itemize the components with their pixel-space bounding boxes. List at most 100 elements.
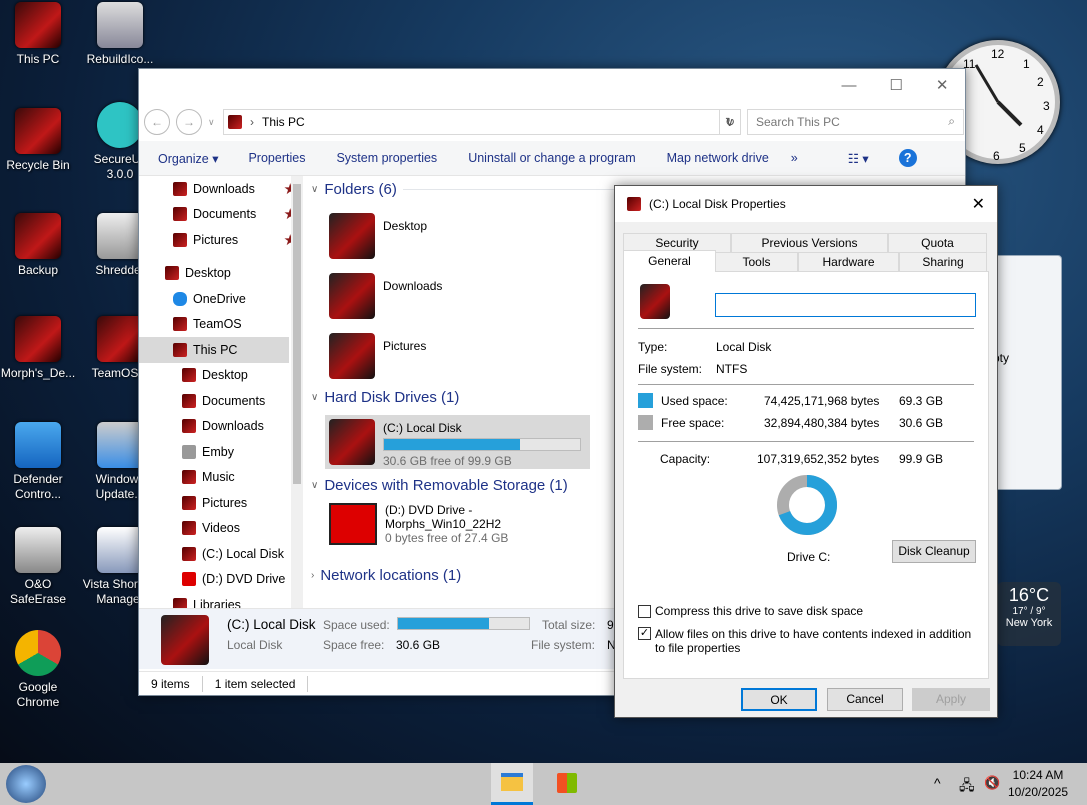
group-hard-disk-drives[interactable]: ∨ Hard Disk Drives (1) [311,389,611,406]
hard-drive-icon [329,419,375,465]
dialog-close-button[interactable]: ✕ [972,194,985,214]
tab-tools[interactable]: Tools [715,252,798,272]
navigation-pane: Downloads★ Documents★ Pictures★ Desktop … [139,176,301,608]
shortcut-icon [97,316,143,362]
address-bar[interactable]: › This PC ∨ [223,109,741,135]
system-properties-command[interactable]: System properties [336,151,437,165]
update-blocked-icon [97,422,143,468]
desktop-icon-chrome[interactable]: Google Chrome [0,630,78,710]
drive-label-input[interactable] [715,293,976,317]
hard-drive-icon [161,615,209,665]
help-icon[interactable]: ? [898,149,917,167]
nav-scrollbar[interactable] [291,176,303,608]
usage-donut-chart [777,475,837,535]
nav-item-music[interactable]: Music [139,465,301,491]
desktop-icon-this-pc[interactable]: This PC [0,2,78,67]
change-view-icon[interactable]: ☷ ▾ [848,151,869,166]
folder-icon [15,316,61,362]
folder-icon [329,213,375,259]
cancel-button[interactable]: Cancel [827,688,903,711]
desktop-icon-backup[interactable]: Backup [0,213,78,278]
compress-checkbox[interactable]: Compress this drive to save disk space [638,604,863,619]
nav-item-pictures-pc[interactable]: Pictures [139,490,301,516]
map-network-drive-command[interactable]: Map network drive [667,151,769,165]
nav-item-this-pc[interactable]: This PC [139,337,289,363]
nav-item-documents[interactable]: Documents★ [139,202,301,228]
folder-downloads[interactable]: Downloads [329,273,442,319]
organize-menu[interactable]: Organize ▾ [158,151,218,166]
nav-item-downloads[interactable]: Downloads★ [139,176,301,202]
drive-icon [640,284,670,319]
drive-icon [627,197,641,211]
desktop-icon-recycle-bin[interactable]: Recycle Bin [0,108,78,173]
more-commands-button[interactable]: » [791,151,798,165]
nav-item-videos[interactable]: Videos [139,516,301,542]
close-button[interactable]: ✕ [936,76,949,94]
tab-hardware[interactable]: Hardware [798,252,899,272]
properties-command[interactable]: Properties [248,151,305,165]
nav-item-libraries[interactable]: Libraries [139,592,301,608]
tab-quota[interactable]: Quota [888,233,987,253]
ok-button[interactable]: OK [741,688,817,711]
refresh-button[interactable]: ↻ [719,109,741,135]
nav-item-desktop-pc[interactable]: Desktop [139,363,301,389]
nav-item-teamos[interactable]: TeamOS [139,312,301,338]
minimize-button[interactable]: — [841,77,856,94]
nav-item-pictures[interactable]: Pictures★ [139,227,301,253]
back-button[interactable]: ← [144,109,170,135]
nav-item-local-disk[interactable]: (C:) Local Disk [139,541,301,567]
folder-icon [329,333,375,379]
space-used-bar [397,617,530,630]
uninstall-program-command[interactable]: Uninstall or change a program [468,151,635,165]
disk-cleanup-button[interactable]: Disk Cleanup [892,540,976,563]
recent-locations-icon[interactable]: ∨ [208,109,215,135]
maximize-button[interactable]: ☐ [889,76,902,94]
start-button[interactable] [6,765,46,803]
folder-icon [329,273,375,319]
folder-pictures[interactable]: Pictures [329,333,426,379]
index-checkbox[interactable]: ✓ Allow files on this drive to have conte… [638,627,978,655]
general-panel: Type: Local Disk File system: NTFS Used sp… [623,271,989,679]
clock-button[interactable]: 10:24 AM 10/20/2025 [1008,767,1068,801]
free-space-swatch [638,415,653,430]
nav-item-desktop[interactable]: Desktop [139,261,301,287]
desktop-icon-defender[interactable]: Defender Contro... [0,422,78,502]
tab-general[interactable]: General [623,250,716,272]
taskbar-store[interactable] [546,763,588,805]
group-removable-storage[interactable]: ∨ Devices with Removable Storage (1) [311,477,611,494]
nav-item-downloads-pc[interactable]: Downloads [139,414,301,440]
desktop-icon-oo-safeerase[interactable]: O&O SafeErase [0,527,78,607]
dialog-title-bar: (C:) Local Disk Properties ✕ [615,186,997,222]
taskbar-file-explorer[interactable] [491,763,533,805]
volume-muted-icon[interactable]: 🔇 [984,775,1000,791]
chrome-icon [15,630,61,676]
apply-button[interactable]: Apply [912,688,990,711]
drive-c-tile[interactable]: (C:) Local Disk 30.6 GB free of 99.9 GB [325,415,590,469]
drive-d-tile[interactable]: (D:) DVD Drive - Morphs_Win10_22H2 0 bytes… [329,503,508,545]
nav-item-emby[interactable]: Emby [139,439,301,465]
folder-desktop[interactable]: Desktop [329,213,427,259]
nav-item-dvd-drive[interactable]: (D:) DVD Drive [139,567,301,593]
dvd-drive-icon [329,503,377,545]
app-icon [97,527,143,573]
backup-icon [15,213,61,259]
search-input[interactable]: Search This PC ⌕ [747,109,964,135]
tab-previous-versions[interactable]: Previous Versions [731,233,888,253]
this-pc-icon [228,115,242,129]
nav-item-documents-pc[interactable]: Documents [139,388,301,414]
weather-gadget: 16°C 17° / 9° New York [997,582,1061,646]
desktop-icon-rebuildicon[interactable]: RebuildIco... [80,2,160,67]
nav-item-onedrive[interactable]: OneDrive [139,286,301,312]
desktop-icon-morphs[interactable]: Morph's_De... [0,316,78,381]
search-icon: ⌕ [948,114,955,128]
used-space-swatch [638,393,653,408]
printer-icon [15,527,61,573]
network-icon[interactable]: 🖧 [959,775,975,799]
drive-c-usage-bar [383,438,581,451]
show-hidden-icons-button[interactable]: ^ [934,775,941,791]
taskbar: ^ 🖧 🔇 10:24 AM 10/20/2025 [0,763,1087,805]
tab-sharing[interactable]: Sharing [899,252,987,272]
command-bar: Organize ▾ Properties System properties … [139,141,965,176]
group-network-locations[interactable]: › Network locations (1) [311,567,611,584]
forward-button[interactable]: → [176,109,202,135]
